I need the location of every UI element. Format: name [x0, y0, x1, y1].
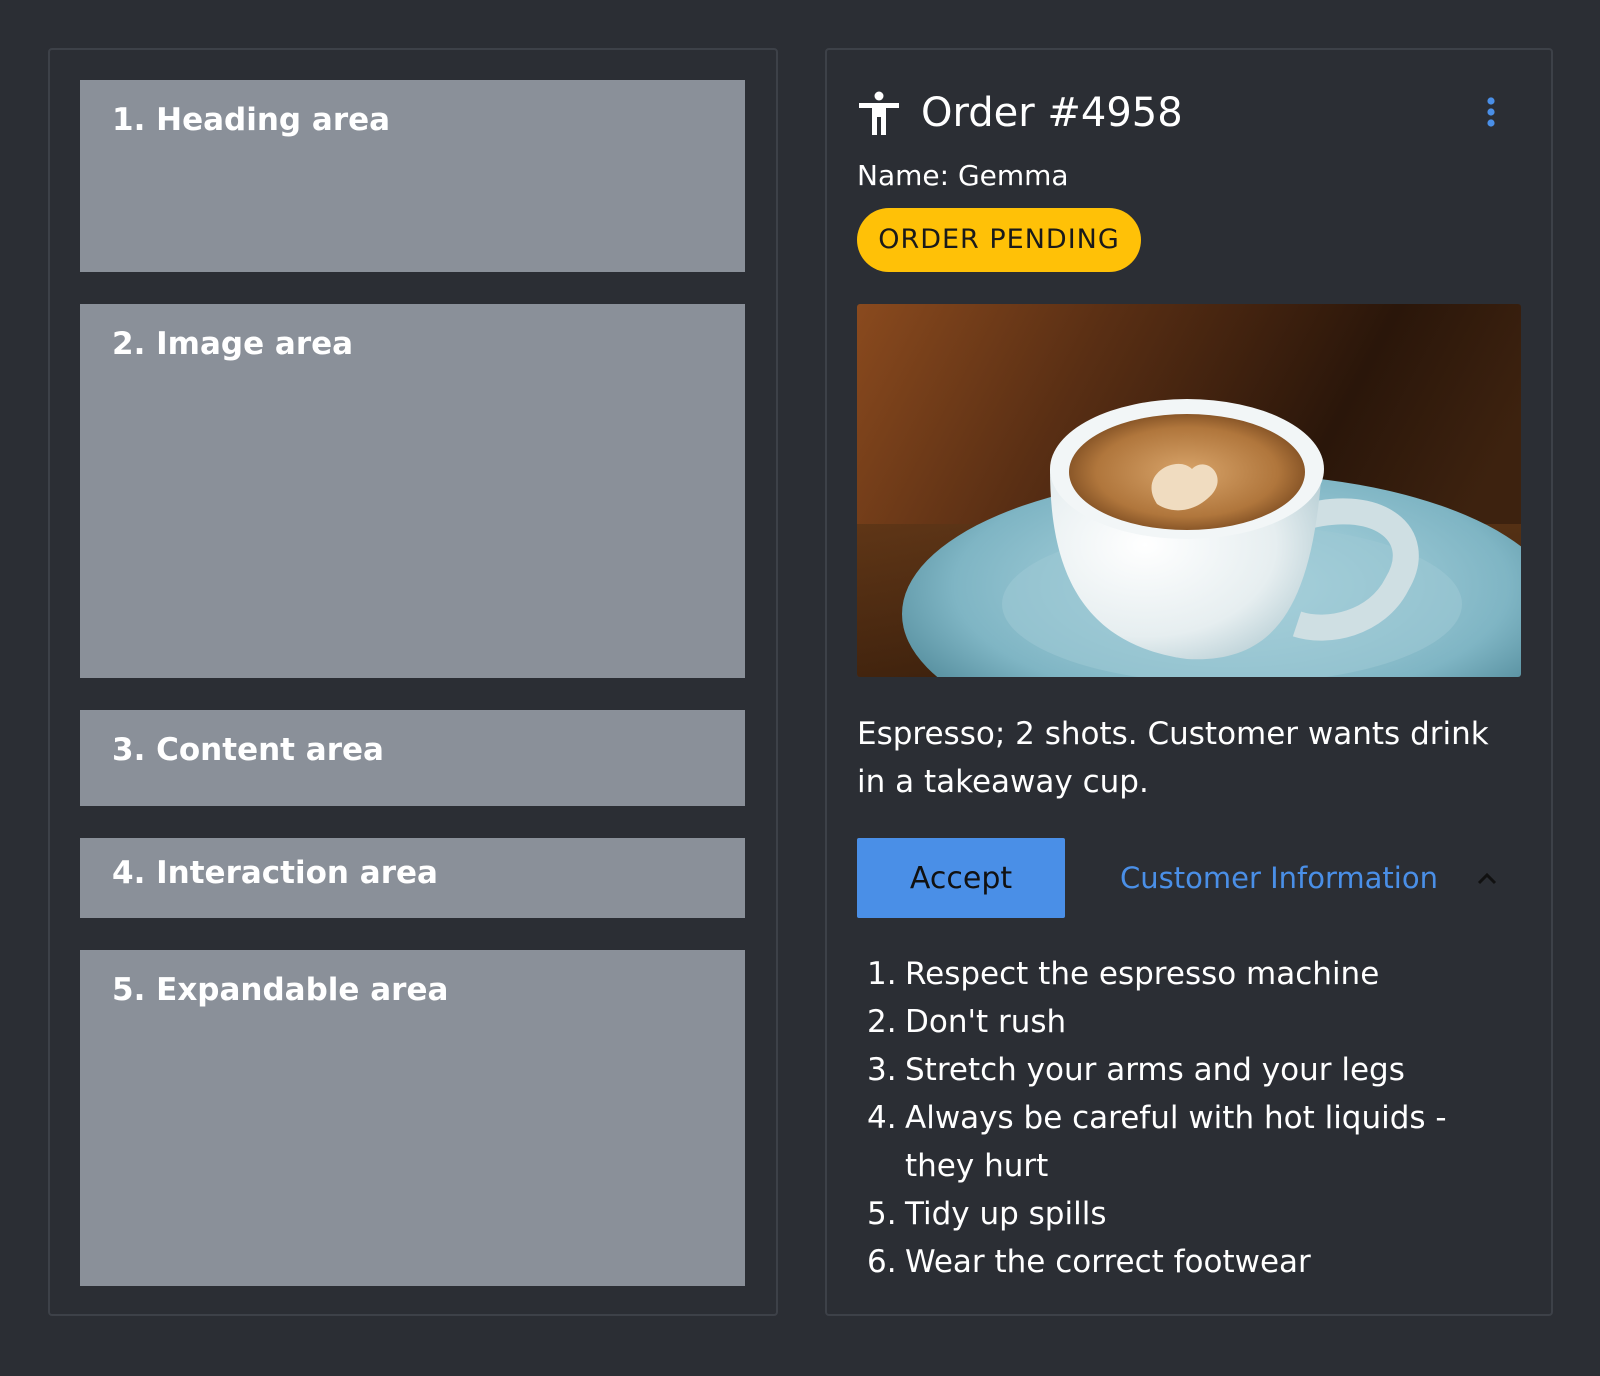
list-item-text: Wear the correct footwear — [905, 1244, 1311, 1280]
status-badge: ORDER PENDING — [857, 208, 1141, 272]
person-icon — [859, 91, 899, 135]
list-item: 3. Stretch your arms and your legs — [857, 1046, 1521, 1094]
list-item: 4. Always be careful with hot liquids - t… — [857, 1094, 1521, 1190]
rules-list: 1. Respect the espresso machine 2. Don't r… — [857, 950, 1521, 1286]
list-item-text: Stretch your arms and your legs — [905, 1052, 1405, 1088]
list-item-number: 1. — [867, 956, 897, 992]
more-vertical-icon[interactable] — [1473, 95, 1509, 135]
order-description: Espresso; 2 shots. Customer wants drink … — [857, 716, 1489, 800]
list-item-number: 2. — [867, 1004, 897, 1040]
content-area-placeholder: 3. Content area — [80, 710, 745, 806]
customer-information-toggle[interactable]: Customer Information — [1120, 856, 1438, 900]
espresso-cup-image — [857, 304, 1521, 677]
list-item-text: Don't rush — [905, 1004, 1067, 1040]
list-item-number: 4. — [867, 1100, 897, 1136]
list-item-number: 3. — [867, 1052, 897, 1088]
image-area-placeholder: 2. Image area — [80, 304, 745, 678]
expandable-area-placeholder: 5. Expandable area — [80, 950, 745, 1286]
accept-button[interactable]: Accept — [857, 838, 1065, 918]
list-item: 5. Tidy up spills — [857, 1190, 1521, 1238]
order-title: Order #4958 — [921, 90, 1183, 136]
list-item: 1. Respect the espresso machine — [857, 950, 1521, 998]
area-label: 4. Interaction area — [112, 855, 438, 891]
list-item-text: Tidy up spills — [905, 1196, 1107, 1232]
list-item: 2. Don't rush — [857, 998, 1521, 1046]
area-label: 1. Heading area — [112, 102, 391, 138]
heading-area-placeholder: 1. Heading area — [80, 80, 745, 272]
interaction-area-placeholder: 4. Interaction area — [80, 838, 745, 918]
area-label: 5. Expandable area — [112, 972, 449, 1008]
list-item-text: Respect the espresso machine — [905, 956, 1380, 992]
list-item: 6. Wear the correct footwear — [857, 1238, 1521, 1286]
list-item-text: Always be careful with hot liquids - the… — [905, 1100, 1447, 1184]
list-item-number: 6. — [867, 1244, 897, 1280]
area-label: 3. Content area — [112, 732, 384, 768]
chevron-up-icon[interactable] — [1474, 866, 1500, 892]
list-item-number: 5. — [867, 1196, 897, 1232]
customer-name: Name: Gemma — [857, 159, 1069, 192]
area-label: 2. Image area — [112, 326, 354, 362]
